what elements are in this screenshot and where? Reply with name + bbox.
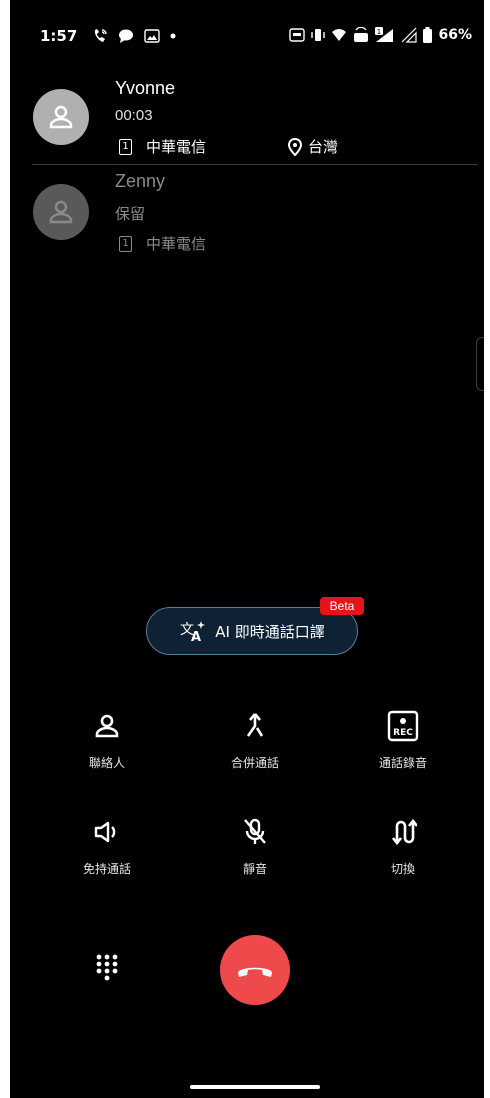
sim-icon: 1 <box>119 235 132 252</box>
merge-call-label: 合併通話 <box>230 756 279 770</box>
translate-icon: 文 A <box>179 620 206 642</box>
speaker-label: 免持通話 <box>82 862 131 876</box>
signal-icon: 1 <box>375 27 395 43</box>
notification-icons <box>92 28 176 44</box>
held-call[interactable]: Zenny 保留 1 中華電信 <box>10 165 484 255</box>
status-bar: 1:57 1 66% <box>10 0 484 74</box>
avatar <box>33 89 89 145</box>
call-screen: 1:57 1 66% Yvonne 00:03 1 中華電信 台灣 Zenny … <box>10 0 484 1098</box>
swap-button[interactable]: 切換 <box>343 816 463 877</box>
record-icon: REC <box>343 710 463 742</box>
volte-icon <box>353 27 369 43</box>
mute-label: 靜音 <box>242 862 267 876</box>
call-duration: 00:03 <box>115 107 153 124</box>
dialpad-button[interactable] <box>92 951 122 987</box>
caller-location: 台灣 <box>308 138 339 156</box>
merge-call-button[interactable]: 合併通話 <box>195 710 315 771</box>
wifi-icon <box>331 28 347 42</box>
person-icon <box>47 103 75 131</box>
home-indicator[interactable] <box>190 1085 320 1089</box>
dialpad-icon <box>92 951 122 987</box>
status-time: 1:57 <box>40 27 78 45</box>
message-icon <box>118 28 134 44</box>
carrier-name: 中華電信 <box>146 138 207 156</box>
call-meta: 1 中華電信 <box>119 233 206 254</box>
avatar <box>33 184 89 240</box>
auto-brightness-icon <box>289 28 306 42</box>
swap-label: 切換 <box>390 862 415 876</box>
signal-badge-text: 1 <box>377 28 381 36</box>
carrier-name: 中華電信 <box>146 235 207 253</box>
svg-text:A: A <box>191 630 201 642</box>
wifi-call-icon <box>92 28 108 44</box>
caller-name: Yvonne <box>115 78 176 98</box>
mute-button[interactable]: 靜音 <box>195 816 315 877</box>
contacts-label: 聯絡人 <box>88 756 125 770</box>
record-label: 通話錄音 <box>378 756 427 770</box>
merge-call-icon <box>195 710 315 742</box>
side-panel-handle[interactable] <box>476 337 484 391</box>
contacts-icon <box>47 710 167 742</box>
ai-translate-label: AI 即時通話口譯 <box>215 622 325 641</box>
end-call-icon <box>235 960 275 980</box>
speaker-icon <box>47 816 167 848</box>
caller-name: Zenny <box>115 171 166 191</box>
speaker-button[interactable]: 免持通話 <box>47 816 167 877</box>
no-signal-icon <box>401 27 418 43</box>
beta-badge: Beta <box>320 597 364 615</box>
contacts-button[interactable]: 聯絡人 <box>47 710 167 771</box>
active-call[interactable]: Yvonne 00:03 1 中華電信 台灣 <box>10 70 484 165</box>
sim-icon: 1 <box>119 138 132 155</box>
battery-icon <box>423 27 433 43</box>
battery-percent: 66% <box>438 27 472 43</box>
system-icons: 1 66% <box>289 27 472 43</box>
swap-icon <box>343 816 463 848</box>
record-icon-text: REC <box>393 728 413 738</box>
mute-mic-icon <box>195 816 315 848</box>
location-icon <box>288 137 303 156</box>
person-icon <box>47 198 75 226</box>
record-button[interactable]: REC 通話錄音 <box>343 710 463 771</box>
call-meta: 1 中華電信 台灣 <box>119 136 338 157</box>
end-call-button[interactable] <box>220 935 290 1005</box>
vibrate-icon <box>311 28 326 42</box>
call-hold-status: 保留 <box>115 206 146 223</box>
image-icon <box>144 29 160 43</box>
dot-icon <box>170 33 176 39</box>
